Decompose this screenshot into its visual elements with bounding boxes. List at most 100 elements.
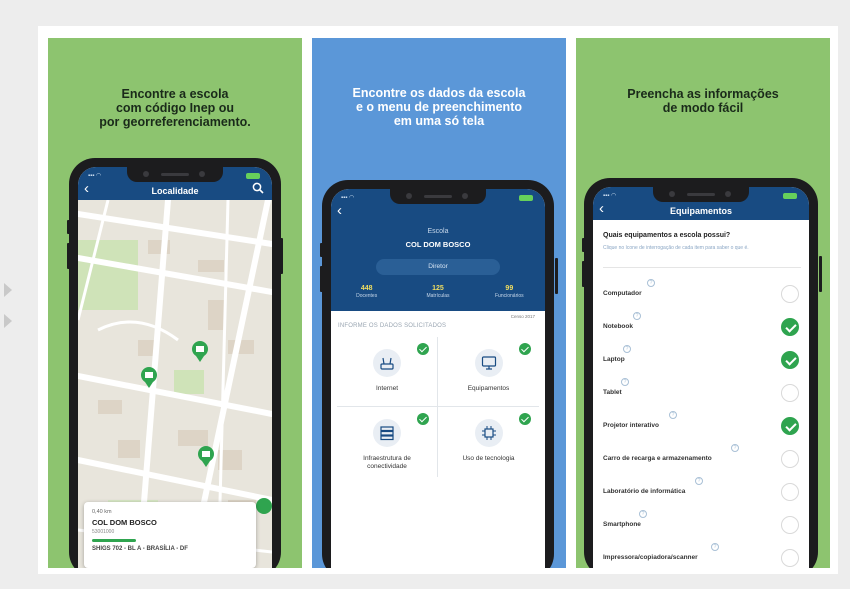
- phone-button: [819, 256, 822, 292]
- equipment-row: ? Carro de recarga e armazenamento: [603, 444, 799, 476]
- equipment-row: ? Projetor interativo: [603, 411, 799, 443]
- server-icon: [373, 419, 401, 447]
- battery-icon: [783, 193, 797, 199]
- phone-notch: [390, 189, 486, 204]
- equipment-label: Impressora/copiadora/scanner: [603, 554, 698, 561]
- phone-screen: ▪▪▪ ◠ ‹ Localidade 0,40 km COL DOM BOSCO…: [78, 167, 272, 568]
- back-icon[interactable]: ‹: [337, 203, 342, 218]
- panel-headline: Preencha as informações de modo fácil: [627, 87, 779, 115]
- school-label: Escola: [427, 228, 449, 235]
- phone-screen: ▪▪▪ ◠ ‹ Escola COL DOM BOSCO Diretor 448…: [331, 189, 545, 568]
- equipment-label: Notebook: [603, 323, 633, 330]
- equipment-checkbox[interactable]: [781, 318, 799, 336]
- equipment-checkbox[interactable]: [781, 483, 799, 501]
- screen-title: Equipamentos: [669, 206, 732, 216]
- check-icon: [417, 343, 429, 355]
- phone-mockup: ▪▪▪ ◠ ‹ Escola COL DOM BOSCO Diretor 448…: [322, 180, 554, 568]
- help-icon[interactable]: ?: [639, 510, 647, 518]
- inep-code: 53001000: [92, 529, 115, 535]
- equipment-row: ? Laboratório de informática: [603, 477, 799, 509]
- question-hint: Clique no ícone de interrogação de cada …: [603, 245, 749, 251]
- tile-infraestrutura[interactable]: Infraestrutura de conectividade: [337, 407, 438, 477]
- phone-mockup: ▪▪▪ ◠ ‹ Localidade 0,40 km COL DOM BOSCO…: [69, 158, 281, 568]
- check-icon: [519, 343, 531, 355]
- equipment-checkbox[interactable]: [781, 450, 799, 468]
- tile-uso-tecnologia[interactable]: Uso de tecnologia: [438, 407, 539, 477]
- help-icon[interactable]: ?: [731, 444, 739, 452]
- tile-internet[interactable]: Internet: [337, 337, 438, 407]
- screenshot-panel-escola: Encontre os dados da escola e o menu de …: [312, 38, 566, 568]
- school-info-card[interactable]: 0,40 km COL DOM BOSCO 53001000 SHIGS 702…: [84, 502, 256, 568]
- equipment-label: Tablet: [603, 389, 622, 396]
- stat-funcionarios: 99 Funcionários: [495, 285, 524, 299]
- censo-label: Censo 2017: [510, 314, 535, 319]
- phone-screen: ▪▪▪ ◠ ‹ Equipamentos Quais equipamentos …: [593, 187, 809, 568]
- check-icon: [417, 413, 429, 425]
- equipment-checkbox[interactable]: [781, 351, 799, 369]
- signal-icon: ▪▪▪ ◠: [341, 195, 355, 201]
- check-icon: [519, 413, 531, 425]
- role-selector[interactable]: Diretor: [376, 259, 500, 275]
- equipment-row: ? Impressora/copiadora/scanner: [603, 543, 799, 568]
- panel-headline: Encontre a escola com código Inep ou por…: [99, 87, 251, 129]
- school-address: SHIGS 702 - BL A - BRASÍLIA - DF: [92, 546, 188, 552]
- battery-icon: [246, 173, 260, 179]
- help-icon[interactable]: ?: [633, 312, 641, 320]
- stat-matriculas: 125 Matrículas: [426, 285, 450, 299]
- progress-bar: [92, 539, 136, 542]
- school-name: COL DOM BOSCO: [405, 240, 471, 249]
- help-icon[interactable]: ?: [711, 543, 719, 551]
- equipment-checkbox[interactable]: [781, 285, 799, 303]
- tile-label: Internet: [375, 385, 399, 392]
- router-icon: [373, 349, 401, 377]
- school-stats: 448 Docentes 125 Matrículas 99 Funcionários: [331, 285, 545, 299]
- help-icon[interactable]: ?: [621, 378, 629, 386]
- signal-icon: ▪▪▪ ◠: [603, 193, 617, 199]
- screenshot-panel-localidade: Encontre a escola com código Inep ou por…: [48, 38, 302, 568]
- signal-icon: ▪▪▪ ◠: [88, 173, 102, 179]
- equipment-label: Carro de recarga e armazenamento: [603, 455, 712, 462]
- equipment-label: Projetor interativo: [603, 422, 659, 429]
- menu-grid: Internet Equipamentos Infraestrutura de …: [337, 337, 539, 477]
- monitor-icon: [474, 349, 503, 377]
- equipment-row: ? Laptop: [603, 345, 799, 377]
- screenshot-panel-equipamentos: Preencha as informações de modo fácil ▪▪…: [576, 38, 830, 568]
- equipment-row: ? Computador: [603, 279, 799, 311]
- screen-title: Localidade: [151, 186, 199, 196]
- school-name: COL DOM BOSCO: [92, 518, 157, 527]
- phone-notch: [653, 187, 749, 202]
- search-icon[interactable]: [252, 182, 264, 194]
- app-store-screenshots: Encontre a escola com código Inep ou por…: [0, 0, 850, 589]
- tile-label: Uso de tecnologia: [462, 455, 515, 462]
- equipment-label: Smartphone: [603, 521, 641, 528]
- equipment-label: Laptop: [603, 356, 625, 363]
- prev-arrow-icon[interactable]: [4, 283, 12, 297]
- stat-docentes: 448 Docentes: [356, 285, 378, 299]
- help-icon[interactable]: ?: [647, 279, 655, 287]
- help-icon[interactable]: ?: [669, 411, 677, 419]
- phone-button: [555, 258, 558, 294]
- equipment-checkbox[interactable]: [781, 549, 799, 567]
- tile-equipamentos[interactable]: Equipamentos: [438, 337, 539, 407]
- battery-icon: [519, 195, 533, 201]
- chip-icon: [474, 419, 503, 447]
- equipment-checkbox[interactable]: [781, 516, 799, 534]
- help-icon[interactable]: ?: [623, 345, 631, 353]
- help-icon[interactable]: ?: [695, 477, 703, 485]
- equipment-checkbox[interactable]: [781, 384, 799, 402]
- next-arrow-icon[interactable]: [4, 314, 12, 328]
- equipment-label: Laboratório de informática: [603, 488, 686, 495]
- equipment-row: ? Notebook: [603, 312, 799, 344]
- equipment-checkbox[interactable]: [781, 417, 799, 435]
- equipment-row: ? Smartphone: [603, 510, 799, 542]
- panel-headline: Encontre os dados da escola e o menu de …: [352, 86, 526, 128]
- map-view[interactable]: 0,40 km COL DOM BOSCO 53001000 SHIGS 702…: [78, 200, 272, 568]
- tile-label: Infraestrutura de conectividade: [363, 455, 411, 470]
- phone-notch: [127, 167, 223, 182]
- school-header: ▪▪▪ ◠ ‹ Escola COL DOM BOSCO Diretor 448…: [331, 189, 545, 311]
- section-heading: INFORME OS DADOS SOLICITADOS: [338, 323, 447, 329]
- divider: [603, 267, 801, 268]
- tile-label: Equipamentos: [467, 385, 510, 392]
- phone-mockup: ▪▪▪ ◠ ‹ Equipamentos Quais equipamentos …: [584, 178, 818, 568]
- equipment-row: ? Tablet: [603, 378, 799, 410]
